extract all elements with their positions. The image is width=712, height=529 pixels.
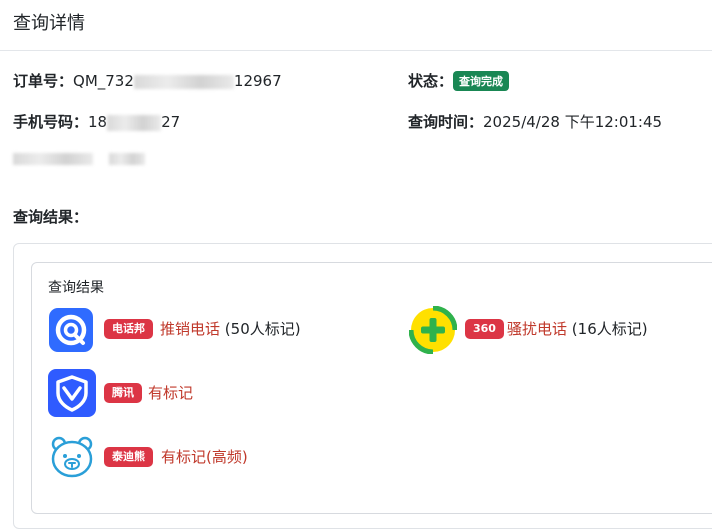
page-title: 查询详情 xyxy=(13,13,85,34)
redacted-blur xyxy=(107,114,162,131)
order-number-label: 订单号： xyxy=(13,72,74,90)
redacted-line xyxy=(13,151,145,167)
result-item: 有标记 xyxy=(148,382,193,403)
source-badge-diantangbang: 电话邦 xyxy=(104,319,153,339)
result-item: 骚扰电话 (16人标记) xyxy=(507,318,648,339)
status-label: 状态： xyxy=(408,72,454,90)
phone-label: 手机号码： xyxy=(13,113,89,131)
order-number-suffix: 12967 xyxy=(233,72,282,90)
result-label: 有标记 xyxy=(148,384,194,402)
query-time-row: 查询时间：2025/4/28 下午12:01:45 xyxy=(408,111,662,132)
phone-prefix: 18 xyxy=(88,113,108,131)
result-label: 有标记(高频) xyxy=(161,448,248,466)
phone-suffix: 27 xyxy=(161,113,181,131)
result-count: (50人标记) xyxy=(224,320,301,338)
360-logo-icon xyxy=(408,305,458,355)
results-card-title: 查询结果 xyxy=(48,280,104,296)
teddy-bear-logo-icon xyxy=(48,433,96,479)
query-time-label: 查询时间： xyxy=(408,113,484,131)
result-item: 推销电话 (50人标记) xyxy=(160,318,301,339)
source-badge-tencent: 腾讯 xyxy=(104,383,142,403)
redacted-blur xyxy=(133,74,234,89)
order-number-prefix: QM_732 xyxy=(73,72,134,90)
tencent-shield-logo-icon xyxy=(48,369,96,417)
source-badge-teddy: 泰迪熊 xyxy=(104,447,153,467)
phone-row: 手机号码：18 27 xyxy=(13,111,180,132)
order-number-row: 订单号：QM_732 12967 xyxy=(13,70,282,91)
query-time-value: 2025/4/28 下午12:01:45 xyxy=(483,113,663,131)
status-row: 状态： 查询完成 xyxy=(408,70,510,92)
result-count: (16人标记) xyxy=(571,320,648,338)
results-section-title: 查询结果： xyxy=(13,208,89,226)
source-badge-360: 360 xyxy=(465,319,504,339)
status-badge: 查询完成 xyxy=(453,70,510,91)
diantangbang-logo-icon xyxy=(49,308,93,352)
result-label: 骚扰电话 xyxy=(507,320,568,338)
result-item: 有标记(高频) xyxy=(161,446,248,467)
result-label: 推销电话 xyxy=(160,320,221,338)
page-header: 查询详情 xyxy=(0,0,712,51)
